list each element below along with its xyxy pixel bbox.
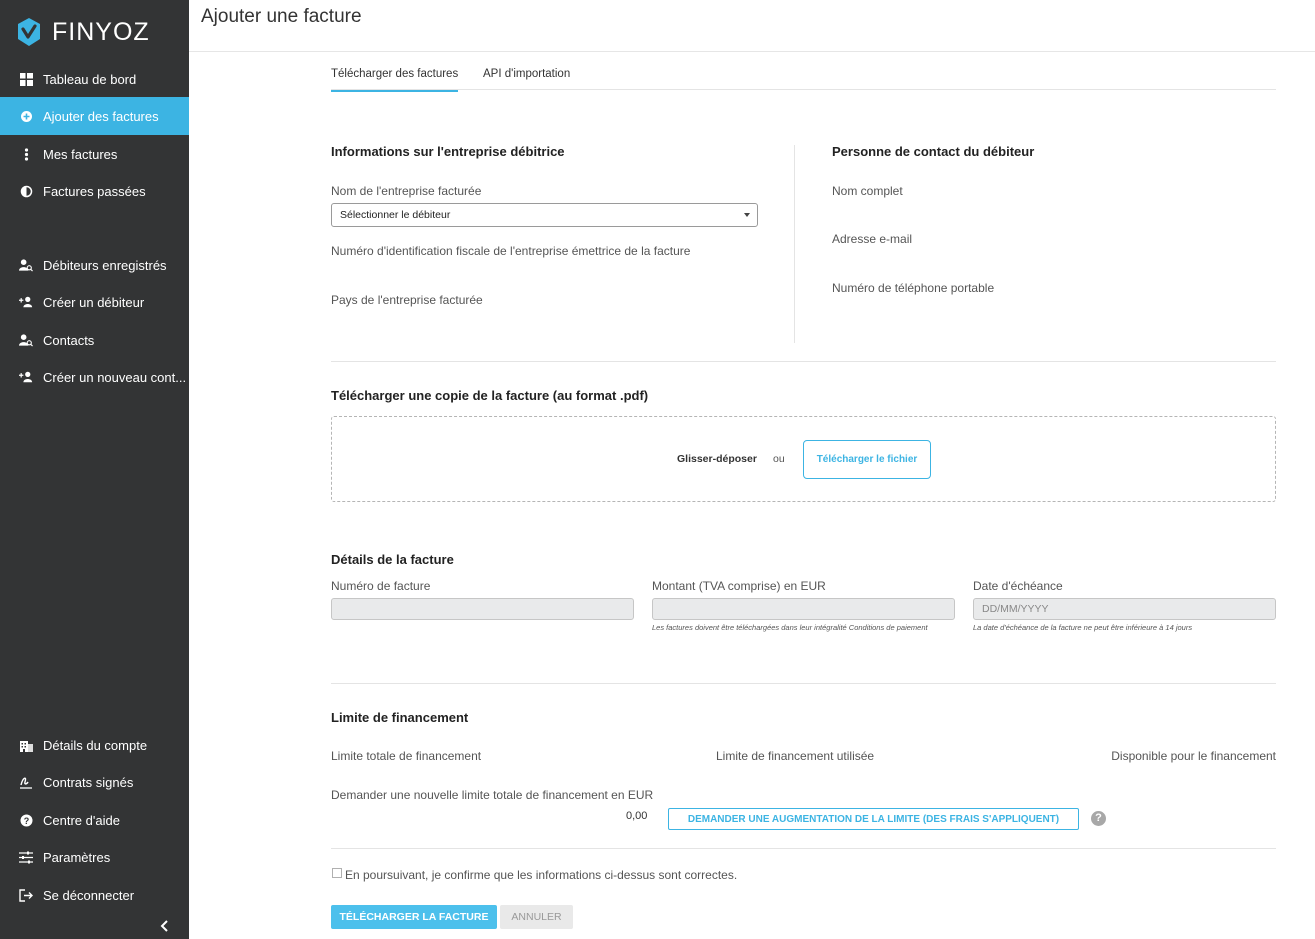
sidebar-item-label: Détails du compte [43, 737, 148, 753]
sidebar-item-label: Se déconnecter [43, 887, 135, 903]
available-label: Disponible pour le financement [1111, 749, 1276, 763]
contact-section-title: Personne de contact du débiteur [832, 144, 1035, 159]
sidebar-item-create-contact[interactable]: Créer un nouveau cont... [0, 358, 189, 396]
sidebar: FINYOZ Tableau de bord Ajouter des factu… [0, 0, 189, 939]
or-text: ou [773, 453, 785, 465]
sidebar-item-registered-debtors[interactable]: Débiteurs enregistrés [0, 246, 189, 284]
invoice-number-input[interactable] [331, 598, 634, 620]
amount-hint: Les factures doivent être téléchargées d… [652, 623, 928, 632]
sidebar-item-label: Mes factures [43, 146, 118, 162]
logout-icon [19, 888, 33, 902]
sidebar-item-label: Contacts [43, 332, 95, 348]
sidebar-item-label: Centre d'aide [43, 812, 120, 828]
user-add-icon [19, 295, 33, 309]
sidebar-item-logout[interactable]: Se déconnecter [0, 876, 189, 914]
sidebar-item-help-center[interactable]: ? Centre d'aide [0, 801, 189, 839]
total-limit-label: Limite totale de financement [331, 749, 482, 763]
debtor-section-title: Informations sur l'entreprise débitrice [331, 144, 565, 159]
tax-id-label: Numéro d'identification fiscale de l'ent… [331, 244, 691, 258]
phone-label: Numéro de téléphone portable [832, 281, 995, 295]
upload-section-title: Télécharger une copie de la facture (au … [331, 388, 649, 403]
email-label: Adresse e-mail [832, 232, 913, 246]
sidebar-item-settings[interactable]: Paramètres [0, 838, 189, 876]
sliders-icon [19, 850, 33, 864]
due-date-hint: La date d'échéance de la facture ne peut… [973, 623, 1193, 632]
due-date-input[interactable]: DD/MM/YYYY [973, 598, 1276, 620]
tab-api-import[interactable]: API d'importation [483, 68, 570, 90]
svg-text:?: ? [23, 816, 29, 826]
divider [331, 683, 1276, 684]
invoice-section-title: Détails de la facture [331, 552, 454, 567]
drag-drop-text: Glisser-déposer [677, 453, 757, 465]
request-amount-value[interactable]: 0,00 [626, 810, 647, 822]
sidebar-item-add-invoices[interactable]: Ajouter des factures [0, 97, 189, 135]
amount-input[interactable] [652, 598, 955, 620]
finyoz-logo-icon [18, 18, 40, 46]
request-limit-label: Demander une nouvelle limite totale de f… [331, 788, 654, 802]
sidebar-item-label: Factures passées [43, 183, 146, 199]
sidebar-item-label: Créer un débiteur [43, 294, 145, 310]
amount-label: Montant (TVA comprise) en EUR [652, 579, 826, 593]
sidebar-item-account-details[interactable]: Détails du compte [0, 726, 189, 764]
divider [331, 361, 1276, 362]
sidebar-item-label: Créer un nouveau cont... [43, 369, 187, 385]
help-icon[interactable]: ? [1091, 811, 1106, 826]
app-logo-text: FINYOZ [52, 18, 150, 46]
sidebar-item-label: Contrats signés [43, 774, 134, 790]
invoice-number-label: Numéro de facture [331, 579, 431, 593]
cancel-button[interactable]: ANNULER [500, 905, 573, 929]
used-limit-label: Limite de financement utilisée [716, 749, 875, 763]
user-search-icon [19, 258, 33, 272]
chevron-left-icon[interactable] [158, 918, 172, 934]
confirm-label: En poursuivant, je confirme que les info… [345, 868, 738, 882]
tab-upload-invoices[interactable]: Télécharger des factures [331, 68, 459, 92]
country-label: Pays de l'entreprise facturée [331, 293, 483, 307]
vertical-dots-icon [19, 147, 33, 161]
debtor-select[interactable]: Sélectionner le débiteur [331, 203, 758, 227]
company-name-label: Nom de l'entreprise facturée [331, 184, 482, 198]
sidebar-item-label: Débiteurs enregistrés [43, 257, 167, 273]
financing-section-title: Limite de financement [331, 710, 469, 725]
topbar: Ajouter une facture [189, 0, 1315, 52]
dashboard-icon [19, 72, 33, 86]
help-circle-icon: ? [19, 813, 33, 827]
user-add-icon [19, 370, 33, 384]
sidebar-item-contacts[interactable]: Contacts [0, 321, 189, 359]
sidebar-item-signed-contracts[interactable]: Contrats signés [0, 763, 189, 801]
sidebar-item-label: Paramètres [43, 849, 111, 865]
sidebar-item-label: Ajouter des factures [43, 108, 159, 124]
upload-file-button[interactable]: Télécharger le fichier [803, 440, 931, 479]
sidebar-item-dashboard[interactable]: Tableau de bord [0, 60, 189, 98]
building-icon [19, 738, 33, 752]
column-divider [794, 145, 795, 343]
caret-down-icon [744, 213, 750, 217]
half-circle-icon [19, 184, 33, 198]
tab-bar: Télécharger des factures API d'importati… [331, 60, 1276, 92]
debtor-select-value: Sélectionner le débiteur [340, 209, 451, 221]
divider [331, 848, 1276, 849]
add-circle-icon [19, 109, 33, 123]
user-search-icon [19, 333, 33, 347]
upload-invoice-button[interactable]: TÉLÉCHARGER LA FACTURE [331, 905, 497, 929]
page-title: Ajouter une facture [201, 6, 362, 27]
sidebar-item-label: Tableau de bord [43, 71, 137, 87]
full-name-label: Nom complet [832, 184, 903, 198]
due-date-label: Date d'échéance [973, 579, 1063, 593]
sidebar-item-create-debtor[interactable]: Créer un débiteur [0, 283, 189, 321]
request-limit-increase-button[interactable]: DEMANDER UNE AUGMENTATION DE LA LIMITE (… [668, 808, 1079, 830]
sidebar-item-my-invoices[interactable]: Mes factures [0, 135, 189, 173]
confirm-checkbox[interactable] [332, 868, 342, 878]
signature-icon [19, 775, 33, 789]
sidebar-item-past-invoices[interactable]: Factures passées [0, 172, 189, 210]
